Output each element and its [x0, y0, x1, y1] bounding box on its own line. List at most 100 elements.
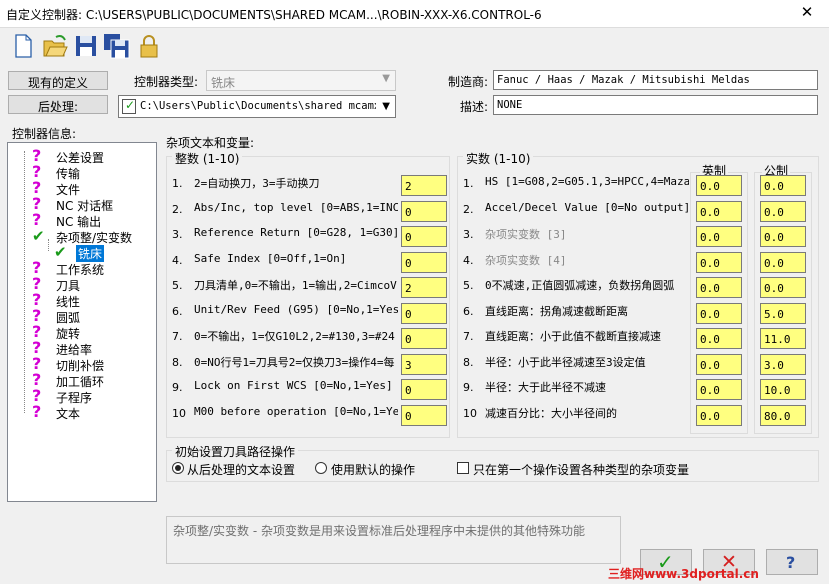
english-value-input[interactable]: 0.0	[696, 226, 742, 247]
description-input[interactable]: NONE	[493, 95, 818, 115]
integer-value-input[interactable]: 0	[401, 226, 447, 247]
manufacturer-input[interactable]: Fanuc / Haas / Mazak / Mitsubishi Meldas	[493, 70, 818, 90]
metric-value-input[interactable]: 0.0	[760, 200, 806, 222]
description-label: 描述:	[460, 100, 489, 114]
first-op-only-checkbox[interactable]: 只在第一个操作设置各种类型的杂项变量	[457, 461, 707, 477]
question-mark-icon: ?	[32, 402, 42, 421]
integer-value-input[interactable]: 2	[401, 175, 447, 196]
row-number: 6.	[172, 304, 183, 318]
english-value-input[interactable]: 0.0	[696, 353, 742, 375]
real-row: 3. 杂项实变数 [3] 0.0 0.0	[463, 224, 819, 248]
metric-value-input[interactable]: 0.0	[760, 175, 806, 196]
real-row: 9. 半径：大于此半径不减速 0.0 10.0	[463, 377, 819, 401]
post-path-value: C:\Users\Public\Documents\shared mcamx6'	[140, 100, 376, 112]
integer-row: 10 M00 before operation [0=No,1=Yes] 0	[172, 403, 450, 427]
controller-type-select[interactable]: 铣床 ▼	[206, 70, 396, 91]
tree-line	[24, 151, 25, 413]
init-title: 初始设置刀具路径操作	[172, 443, 299, 460]
row-number: 7.	[463, 330, 474, 343]
integer-value-input[interactable]: 0	[401, 379, 447, 400]
row-description: M00 before operation [0=No,1=Yes]	[194, 404, 398, 418]
watermark: 三维网www.3dportal.cn	[608, 567, 759, 581]
tree-item-label: 铣床	[76, 245, 105, 262]
post-path-select[interactable]: ✓ C:\Users\Public\Documents\shared mcamx…	[118, 95, 396, 118]
save-icon[interactable]	[73, 32, 99, 60]
new-file-icon[interactable]	[10, 32, 36, 60]
english-value-input[interactable]: 0.0	[696, 379, 742, 400]
english-value-input[interactable]: 0.0	[696, 328, 742, 349]
row-number: 3.	[172, 228, 183, 241]
tree-item-label: 公差设置	[56, 151, 105, 165]
radio-unselected[interactable]	[315, 462, 327, 474]
row-number: 2.	[172, 202, 183, 216]
real-row: 6. 直线距离：拐角减速截断距离 0.0 5.0	[463, 301, 819, 325]
init-option-default[interactable]: 使用默认的操作	[315, 461, 435, 477]
row-description: Lock on First WCS [0=No,1=Yes]	[194, 379, 393, 392]
metric-value-input[interactable]: 0.0	[760, 251, 806, 273]
integer-value-input[interactable]: 0	[401, 200, 447, 222]
save-all-icon[interactable]	[103, 32, 130, 60]
metric-value-input[interactable]: 3.0	[760, 353, 806, 375]
row-number: 4.	[172, 253, 183, 267]
help-button[interactable]: ?	[766, 549, 818, 575]
english-value-input[interactable]: 0.0	[696, 277, 742, 298]
integer-value-input[interactable]: 2	[401, 277, 447, 298]
integer-row: 1. 2=自动换刀，3=手动换刀 2	[172, 173, 450, 197]
english-value-input[interactable]: 0.0	[696, 404, 742, 426]
metric-value-input[interactable]: 10.0	[760, 379, 806, 400]
row-number: 8.	[172, 355, 183, 369]
metric-value-input[interactable]: 0.0	[760, 226, 806, 247]
row-description: 刀具清单,0=不输出，1=输出,2=CimcoV	[194, 279, 397, 292]
integer-row: 8. 0=NO行号1=刀具号2=仅换刀3=操作4=每 3	[172, 352, 450, 376]
lock-icon[interactable]	[136, 32, 162, 60]
real-title: 实数 (1-10)	[463, 150, 534, 167]
integer-value-input[interactable]: 3	[401, 353, 447, 375]
radio-selected[interactable]	[172, 462, 184, 474]
row-description: 半径：小于此半径减速至3设定值	[485, 355, 646, 369]
english-value-input[interactable]: 0.0	[696, 251, 742, 273]
row-number: 1.	[463, 177, 474, 190]
row-number: 5.	[463, 279, 474, 292]
real-row: 7. 直线距离：小于此值不截断直接减速 0.0 11.0	[463, 326, 819, 350]
tree-item-label: 文本	[56, 407, 81, 421]
integer-value-input[interactable]: 0	[401, 251, 447, 273]
controller-tree[interactable]: ? 公差设置? 传输? 文件? NC 对话框? NC 输出 ✔ 杂项整/实变数 ✔ 铣床? 工作系统…	[7, 142, 157, 502]
open-folder-icon[interactable]	[42, 32, 68, 60]
integer-value-input[interactable]: 0	[401, 302, 447, 324]
tree-item-label: 旋转	[56, 327, 81, 341]
init-option-post-text[interactable]: 从后处理的文本设置	[172, 461, 312, 477]
tree-item-label: NC 对话框	[56, 199, 114, 213]
current-definition-button[interactable]: 现有的定义	[8, 71, 108, 90]
metric-value-input[interactable]: 11.0	[760, 328, 806, 349]
real-row: 1. HS [1=G08,2=G05.1,3=HPCC,4=Mazak,5 0.0 0…	[463, 173, 819, 197]
integer-rows: 1. 2=自动换刀，3=手动换刀 2 2. Abs/Inc, top level [0=…	[172, 173, 450, 433]
row-description: Reference Return [0=G28, 1=G30]	[194, 226, 398, 239]
english-value-input[interactable]: 0.0	[696, 302, 742, 324]
tree-item-label: 子程序	[56, 391, 93, 405]
tree-item-label: 刀具	[56, 279, 81, 293]
integer-value-input[interactable]: 0	[401, 328, 447, 349]
tree-line	[48, 239, 49, 251]
tree-item-label: 切削补偿	[56, 359, 105, 373]
chevron-down-icon: ▼	[382, 73, 390, 84]
window-title: 自定义控制器: C:\USERS\PUBLIC\DOCUMENTS\SHARED…	[6, 8, 542, 22]
close-button[interactable]: ✕	[795, 3, 819, 25]
metric-value-input[interactable]: 80.0	[760, 404, 806, 426]
tree-item-label: 进给率	[56, 343, 93, 357]
metric-value-input[interactable]: 0.0	[760, 277, 806, 298]
integer-row: 5. 刀具清单,0=不输出，1=输出,2=CimcoV 2	[172, 275, 450, 299]
row-description: 2=自动换刀，3=手动换刀	[194, 177, 320, 190]
metric-value-input[interactable]: 5.0	[760, 302, 806, 324]
checkbox[interactable]	[457, 462, 469, 474]
integer-value-input[interactable]: 0	[401, 404, 447, 426]
real-row: 4. 杂项实变数 [4] 0.0 0.0	[463, 250, 819, 274]
post-processor-button[interactable]: 后处理:	[8, 95, 108, 114]
row-description: Accel/Decel Value [0=No output]	[485, 200, 689, 214]
green-check-icon: ✔	[54, 243, 67, 261]
row-description: 0不减速,正值圆弧减速，负数拐角圆弧	[485, 279, 675, 292]
row-description: Safe Index [0=Off,1=On]	[194, 251, 347, 265]
english-value-input[interactable]: 0.0	[696, 200, 742, 222]
english-value-input[interactable]: 0.0	[696, 175, 742, 196]
row-description: 减速百分比：大小半径间的	[485, 406, 617, 420]
tree-item-label: 圆弧	[56, 311, 81, 325]
